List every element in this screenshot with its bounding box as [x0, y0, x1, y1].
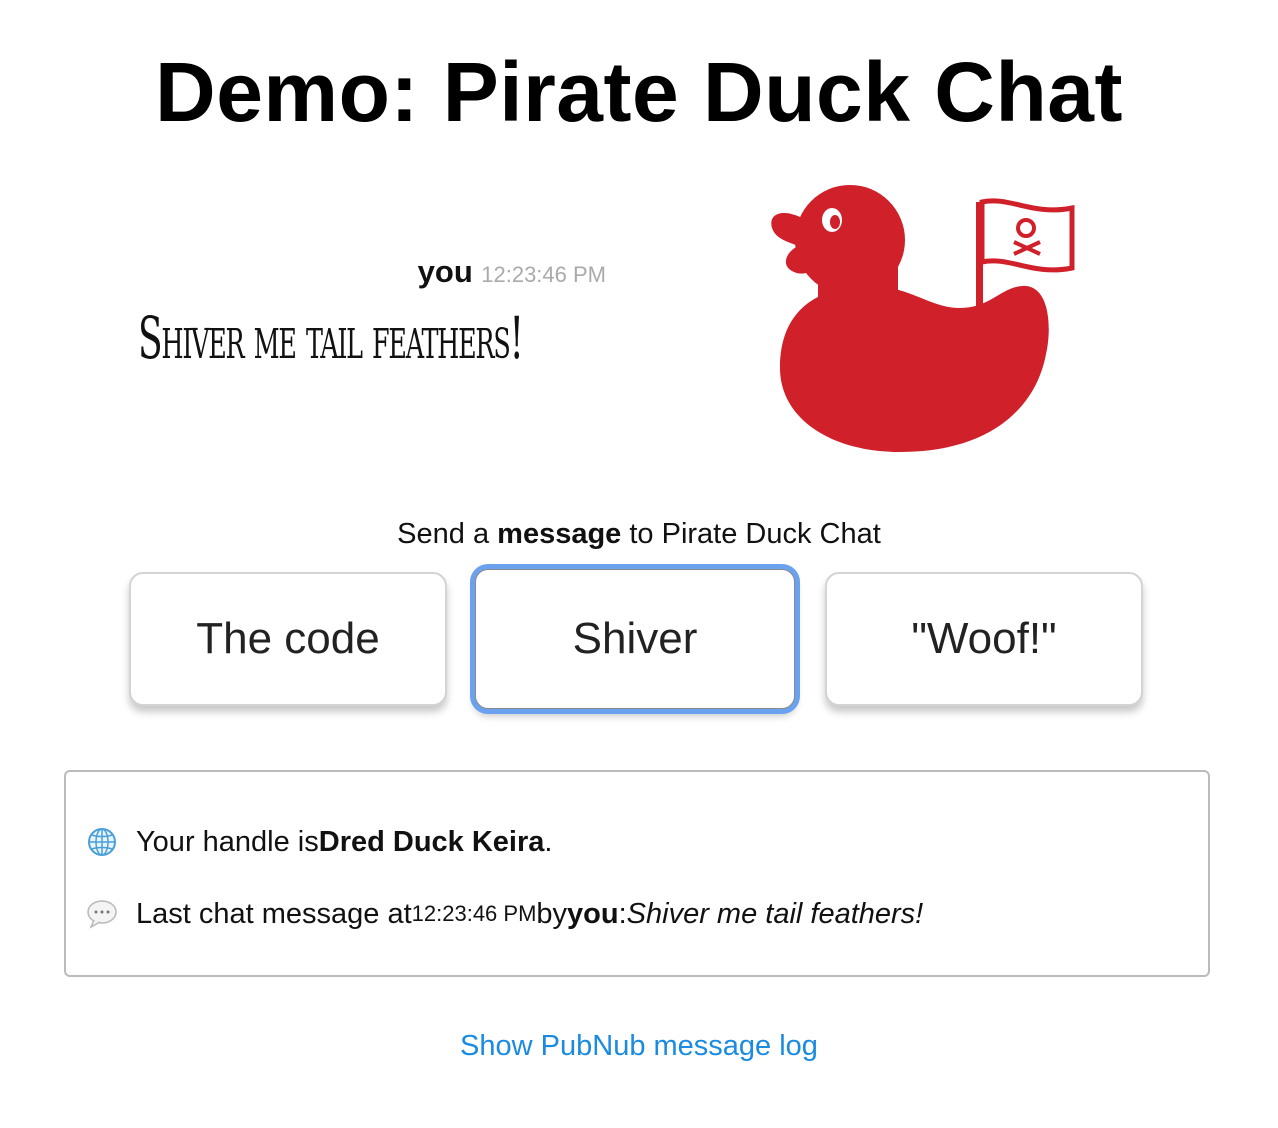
last-text: Shiver me tail feathers!	[626, 898, 924, 930]
send-prompt-suffix: to Pirate Duck Chat	[621, 518, 881, 550]
message-user: you	[417, 254, 473, 289]
send-prompt-prefix: Send a	[397, 518, 498, 550]
pirate-duck-icon	[760, 168, 1080, 458]
send-prompt-bold: message	[497, 518, 622, 550]
the-code-button[interactable]: The code	[129, 572, 447, 706]
handle-line: Your handle is Dred Duck Keira.	[86, 824, 552, 860]
message-meta: you 12:23:46 PM	[418, 254, 606, 290]
last-user: you	[567, 898, 619, 930]
globe-icon	[86, 826, 118, 858]
show-message-log-link[interactable]: Show PubNub message log	[460, 1030, 818, 1062]
speech-bubble-icon	[86, 898, 118, 930]
shiver-button[interactable]: Shiver	[470, 564, 800, 714]
woof-button[interactable]: "Woof!"	[825, 572, 1143, 706]
last-prefix: Last chat message at	[136, 898, 412, 930]
handle-suffix: .	[544, 826, 553, 858]
message-time: 12:23:46 PM	[481, 262, 606, 287]
info-panel: Your handle is Dred Duck Keira. Last cha…	[64, 770, 1210, 977]
handle-name: Dred Duck Keira	[318, 826, 545, 858]
message-log-link-container: Show PubNub message log	[0, 1026, 1278, 1066]
handle-prefix: Your handle is	[136, 826, 319, 858]
last-message-line: Last chat message at 12:23:46 PM by you:…	[86, 896, 923, 932]
page-title: Demo: Pirate Duck Chat	[155, 45, 1123, 139]
last-message-display: you 12:23:46 PM Shiver me tail feathers!	[120, 248, 620, 398]
last-time: 12:23:46 PM	[411, 901, 537, 926]
message-text: Shiver me tail feathers!	[138, 304, 524, 372]
send-prompt: Send a message to Pirate Duck Chat	[0, 516, 1278, 552]
last-by: by	[536, 898, 568, 930]
last-colon: :	[618, 898, 627, 930]
